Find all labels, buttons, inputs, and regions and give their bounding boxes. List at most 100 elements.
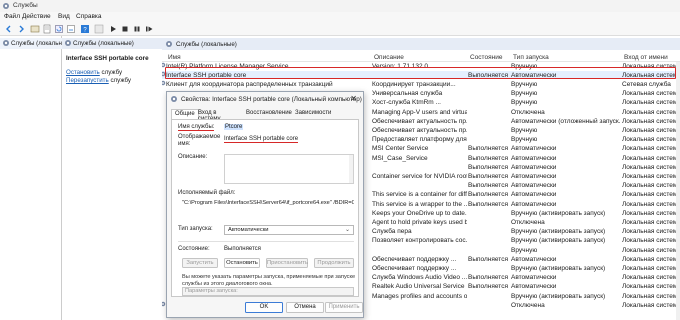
extended-panel: Службы (локальные) Interface SSH portabl… [62, 36, 162, 320]
close-icon[interactable]: ✕ [350, 94, 357, 103]
service-logon: Сетевая служба [622, 80, 671, 88]
service-startup: Вручную [511, 80, 538, 88]
service-description: This service is a wrapper to the ... [372, 200, 467, 208]
apply-button[interactable]: Применить [325, 302, 363, 313]
service-state: Выполняется [468, 172, 508, 180]
pause-button[interactable]: Приостановить [266, 258, 308, 268]
service-description: Служба Windows Audio Video ... [372, 274, 467, 282]
tree-root-item[interactable]: Службы (локальные) [0, 38, 72, 49]
list-scrollbar[interactable] [676, 62, 680, 320]
service-description: Manages profiles and accounts on... [372, 292, 467, 300]
startup-type-select[interactable]: Автоматически ⌄ [224, 225, 354, 235]
panel-header: Службы (локальные) [62, 38, 162, 49]
service-state: Выполняется [468, 283, 508, 291]
service-logon: Локальная система [622, 182, 680, 190]
service-startup: Вручную (активировать запуск) [511, 237, 606, 245]
service-startup: Автоматически (отложенный запуск... [511, 117, 621, 125]
properties-icon[interactable] [42, 24, 52, 34]
service-description: Служба пера [372, 228, 412, 236]
service-logon: Локальная система [622, 274, 680, 282]
service-logon: Локальная система [622, 136, 680, 144]
service-startup: Автоматически [511, 274, 557, 282]
service-description: Обеспечивает актуальность пр... [372, 126, 467, 134]
service-startup: Автоматически [511, 191, 557, 199]
stop-service-link[interactable]: Остановить [66, 69, 100, 76]
service-logon: Локальная система [622, 191, 680, 199]
service-startup: Автоматически [511, 154, 557, 162]
service-name-value[interactable]: Ptcore [224, 124, 244, 130]
service-description: Предоставляет платформу для ... [372, 136, 467, 144]
ok-button[interactable]: OK [245, 302, 283, 313]
service-logon: Локальная система [622, 228, 680, 236]
stop-service-icon[interactable] [120, 24, 130, 34]
tab-dependencies[interactable]: Зависимости [292, 109, 334, 119]
service-logon: Локальная система [622, 126, 680, 134]
service-logon: Локальная система [622, 99, 680, 107]
description-scrollbar[interactable] [349, 155, 353, 183]
toolbar: ? [0, 22, 680, 36]
restart-service-icon[interactable] [144, 24, 154, 34]
service-startup: Вручную [511, 246, 538, 254]
service-name: Клиент для координатора распределенных т… [166, 80, 333, 88]
service-logon: Локальная система [622, 237, 680, 245]
services-gear-icon [166, 41, 172, 47]
service-logon: Локальная система [622, 209, 680, 217]
service-name-label: Имя службы: [178, 124, 215, 131]
stop-button[interactable]: Остановить [224, 258, 260, 268]
settings-icon[interactable] [94, 24, 104, 34]
service-state: Выполняется [468, 182, 508, 190]
table-row[interactable]: Клиент для координатора распределенных т… [162, 80, 680, 88]
tab-logon[interactable]: Вход в систему [195, 109, 224, 122]
services-gear-icon [65, 40, 71, 46]
service-startup: Автоматически [511, 172, 557, 180]
service-description: MSI Center Service [372, 145, 429, 153]
forward-icon[interactable] [16, 24, 26, 34]
service-logon: Локальная система [622, 292, 680, 300]
start-service-icon[interactable] [108, 24, 118, 34]
console-tree: Службы (локальные) [0, 36, 72, 320]
chevron-down-icon: ⌄ [344, 227, 350, 233]
cancel-button[interactable]: Отмена [286, 302, 324, 313]
export-icon[interactable] [66, 24, 76, 34]
service-startup: Вручную (активировать запуск) [511, 292, 606, 300]
service-state: Выполняется [468, 274, 508, 282]
menu-view[interactable]: Вид [58, 13, 70, 20]
start-params-input[interactable]: Параметры запуска: [182, 287, 354, 296]
service-logon: Локальная система [622, 255, 680, 263]
service-description: Обеспечивает поддержку ... [372, 264, 457, 272]
service-logon: Локальная система [622, 264, 680, 272]
refresh-icon[interactable] [54, 24, 64, 34]
service-logon: Локальная система [622, 246, 680, 254]
selected-row-highlight [165, 67, 676, 79]
service-startup: Автоматически [511, 200, 557, 208]
tab-recovery[interactable]: Восстановление [243, 109, 295, 119]
general-tab-pane: Имя службы: Ptcore Отображаемое имя: Int… [171, 119, 359, 297]
service-description: Позволяет контролировать сос... [372, 237, 467, 245]
menu-bar: Файл Действие Вид Справка [0, 12, 680, 22]
service-startup: Отключена [511, 218, 545, 226]
pause-service-icon[interactable] [132, 24, 142, 34]
service-description: Обеспечивает поддержку ... [372, 255, 457, 263]
back-icon[interactable] [4, 24, 14, 34]
description-box[interactable] [224, 154, 354, 184]
service-logon: Локальная система [622, 218, 680, 226]
service-description: Realtek Audio Universal Service [372, 283, 465, 291]
console-tree-icon[interactable] [30, 24, 40, 34]
service-description: Agent to hold private keys used b... [372, 218, 467, 226]
restart-service-suffix: службу [108, 77, 132, 84]
service-logon: Локальная система [622, 154, 680, 162]
properties-dialog: Свойства: Interface SSH portable core (Л… [166, 91, 364, 318]
restart-service-link[interactable]: Перезапустить [66, 77, 109, 84]
help-icon[interactable]: ? [80, 24, 90, 34]
title-bar: Службы [0, 0, 680, 12]
start-button[interactable]: Запустить [182, 258, 218, 268]
display-name-value[interactable]: Interface SSH portable core [224, 136, 299, 143]
service-state: Выполняется [468, 255, 508, 263]
menu-action[interactable]: Действие [22, 13, 51, 20]
service-startup: Автоматически [511, 163, 557, 171]
executable-path: "C:\Program Files\InterfaceSSH\Server64\… [182, 200, 354, 206]
restart-service-line: Перезапустить службу [66, 77, 131, 84]
menu-help[interactable]: Справка [76, 13, 102, 20]
resume-button[interactable]: Продолжить [314, 258, 354, 268]
menu-file[interactable]: Файл [4, 13, 20, 20]
